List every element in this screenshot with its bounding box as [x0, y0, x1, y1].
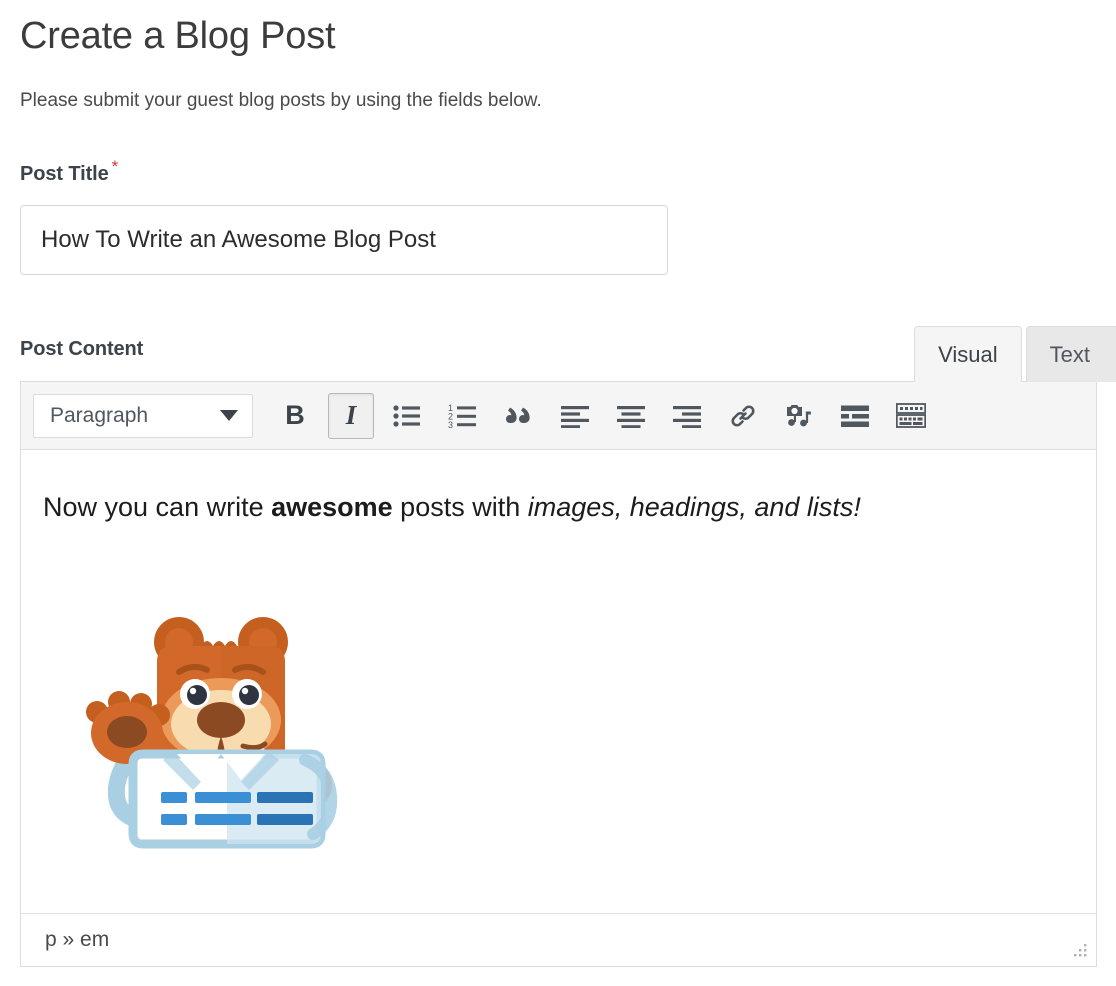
align-left-icon[interactable]	[552, 393, 598, 439]
italic-icon[interactable]: I	[328, 392, 374, 439]
format-select-value: Paragraph	[50, 403, 149, 427]
chevron-down-icon	[220, 410, 238, 421]
link-icon[interactable]	[720, 393, 766, 439]
bear-mascot-image	[61, 600, 351, 855]
align-right-icon[interactable]	[664, 393, 710, 439]
tab-text[interactable]: Text	[1025, 326, 1116, 382]
bold-icon[interactable]: B	[272, 393, 318, 439]
post-title-label: Post Title *	[20, 158, 118, 186]
numbered-list-icon[interactable]: 1 2 3	[440, 393, 486, 439]
editor-text-before: Now you can write	[43, 492, 272, 522]
editor-mode-tabs: Visual Text	[914, 326, 1116, 382]
editor-status-bar: p » em	[21, 913, 1096, 965]
blockquote-icon[interactable]	[496, 393, 542, 439]
svg-text:3: 3	[448, 420, 453, 429]
editor-text-italic: images, headings, and lists!	[527, 492, 861, 522]
editor-text-middle: posts with	[392, 492, 528, 522]
resize-handle-icon[interactable]	[1071, 942, 1089, 960]
editor-paragraph: Now you can write awesome posts with ima…	[43, 492, 861, 523]
post-content-editor: Paragraph B I 1 2 3 Now you can write aw…	[20, 381, 1097, 967]
italic-icon-glyph: I	[345, 400, 357, 430]
post-content-label: Post Content	[20, 338, 144, 360]
page-title: Create a Blog Post	[20, 15, 336, 57]
read-more-icon[interactable]	[832, 393, 878, 439]
required-asterisk: *	[111, 157, 119, 177]
format-select[interactable]: Paragraph	[33, 393, 253, 438]
add-media-icon[interactable]	[776, 393, 822, 439]
align-center-icon[interactable]	[608, 393, 654, 439]
editor-toolbar: Paragraph B I 1 2 3	[21, 382, 1096, 450]
keyboard-toolbar-toggle-icon[interactable]	[888, 393, 934, 439]
element-path: p » em	[45, 927, 110, 951]
bold-icon-glyph: B	[285, 400, 305, 430]
editor-text-bold: awesome	[271, 492, 393, 522]
blog-post-form-page: Create a Blog Post Please submit your gu…	[0, 0, 1116, 986]
form-description: Please submit your guest blog posts by u…	[20, 90, 542, 111]
editor-content-area[interactable]: Now you can write awesome posts with ima…	[21, 450, 1096, 913]
tab-visual[interactable]: Visual	[914, 326, 1022, 382]
post-title-input[interactable]	[20, 205, 668, 275]
bulleted-list-icon[interactable]	[384, 393, 430, 439]
post-title-label-text: Post Title	[20, 163, 109, 185]
